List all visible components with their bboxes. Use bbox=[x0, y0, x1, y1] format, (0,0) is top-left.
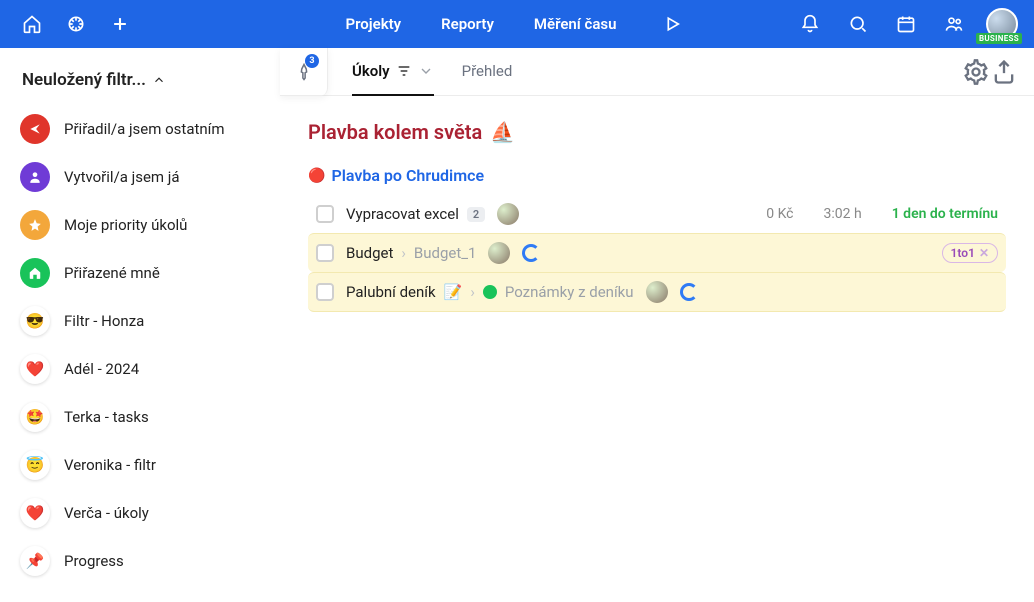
task-crumb: Budget_1 bbox=[414, 244, 477, 262]
task-checkbox[interactable] bbox=[316, 244, 334, 262]
sidebar-item-label: Moje priority úkolů bbox=[64, 216, 187, 234]
home-icon bbox=[20, 258, 50, 288]
chevron-down-icon bbox=[418, 63, 434, 79]
subtask-count: 2 bbox=[467, 207, 485, 222]
main: 3 Úkoly Přehled Plavba bbox=[280, 48, 1034, 602]
sidebar-item-label: Přiřazené mně bbox=[64, 264, 160, 282]
emoji-icon: 😇 bbox=[20, 450, 50, 480]
content: Plavba kolem světa ⛵ 🔴 Plavba po Chrudim… bbox=[280, 96, 1034, 602]
plan-badge: BUSINESS bbox=[976, 33, 1022, 44]
gear-icon[interactable] bbox=[962, 58, 990, 86]
project-title-text: Plavba kolem světa bbox=[308, 120, 482, 144]
filter-title-text: Neuložený filtr... bbox=[22, 70, 146, 90]
filter-lines-icon bbox=[396, 63, 412, 79]
task-name: Vypracovat excel2 bbox=[346, 205, 485, 223]
avatar[interactable]: BUSINESS bbox=[986, 8, 1018, 40]
nav-timetracking[interactable]: Měření času bbox=[534, 15, 617, 33]
emoji-icon: ❤️ bbox=[20, 354, 50, 384]
tab-tasks[interactable]: Úkoly bbox=[352, 48, 434, 96]
task-name: Palubní deník📝›Poznámky z deníku bbox=[346, 283, 634, 301]
task-due: 1 den do termínu bbox=[892, 206, 998, 222]
task-money: 0 Kč bbox=[766, 206, 793, 222]
assignee-avatar[interactable] bbox=[497, 203, 519, 225]
task-emoji-icon: 📝 bbox=[444, 283, 463, 301]
phase-name: Plavba po Chrudimce bbox=[331, 166, 484, 185]
tab-overview-label: Přehled bbox=[462, 62, 513, 80]
export-icon[interactable] bbox=[990, 58, 1018, 86]
sidebar-item-label: Přiřadil/a jsem ostatním bbox=[64, 120, 225, 138]
sidebar-item-label: Filtr - Honza bbox=[64, 312, 144, 330]
emoji-icon: ❤️ bbox=[20, 498, 50, 528]
task-row[interactable]: Vypracovat excel2 0 Kč 3:02 h 1 den do term… bbox=[308, 195, 1006, 233]
sidebar-item-label: Adél - 2024 bbox=[64, 360, 139, 378]
sidebar: Neuložený filtr... Přiřadil/a jsem ostat… bbox=[0, 48, 280, 602]
settings-wheel-icon[interactable] bbox=[60, 8, 92, 40]
sailboat-icon: ⛵ bbox=[490, 120, 515, 144]
search-icon[interactable] bbox=[842, 8, 874, 40]
task-checkbox[interactable] bbox=[316, 283, 334, 301]
topbar: Projekty Reporty Měření času BUSINESS bbox=[0, 0, 1034, 48]
loading-spinner-icon bbox=[522, 244, 540, 262]
bell-icon[interactable] bbox=[794, 8, 826, 40]
emoji-icon: 🤩 bbox=[20, 402, 50, 432]
sidebar-item[interactable]: Přiřazené mně bbox=[12, 252, 268, 294]
share-icon bbox=[20, 114, 50, 144]
chevron-right-icon: › bbox=[401, 244, 406, 262]
home-icon[interactable] bbox=[16, 8, 48, 40]
task-tag-pill[interactable]: 1to1✕ bbox=[942, 243, 998, 263]
assignee-avatar[interactable] bbox=[646, 281, 668, 303]
emoji-icon: 😎 bbox=[20, 306, 50, 336]
calendar-icon[interactable] bbox=[890, 8, 922, 40]
project-title[interactable]: Plavba kolem světa ⛵ bbox=[308, 120, 1006, 144]
tabsbar: 3 Úkoly Přehled bbox=[280, 48, 1034, 96]
sidebar-item-label: Vytvořil/a jsem já bbox=[64, 168, 180, 186]
chevron-up-icon bbox=[152, 73, 166, 87]
nav-reports[interactable]: Reporty bbox=[441, 15, 494, 33]
people-icon[interactable] bbox=[938, 8, 970, 40]
sidebar-item-label: Terka - tasks bbox=[64, 408, 149, 426]
tab-tasks-label: Úkoly bbox=[352, 62, 390, 80]
status-dot-icon bbox=[483, 285, 497, 299]
sidebar-item[interactable]: ❤️ Adél - 2024 bbox=[12, 348, 268, 390]
sidebar-item-label: Verča - úkoly bbox=[64, 504, 149, 522]
filter-title[interactable]: Neuložený filtr... bbox=[12, 64, 268, 108]
nav-projects[interactable]: Projekty bbox=[345, 15, 401, 33]
sidebar-item-label: Progress bbox=[64, 552, 124, 570]
phase-title[interactable]: 🔴 Plavba po Chrudimce bbox=[308, 166, 1006, 185]
task-checkbox[interactable] bbox=[316, 205, 334, 223]
task-name: Budget›Budget_1 bbox=[346, 244, 476, 262]
task-row[interactable]: Palubní deník📝›Poznámky z deníku bbox=[308, 272, 1006, 312]
nav-center: Projekty Reporty Měření času bbox=[345, 8, 688, 40]
sidebar-item[interactable]: 😇 Veronika - filtr bbox=[12, 444, 268, 486]
play-icon[interactable] bbox=[657, 8, 689, 40]
sidebar-item-label: Veronika - filtr bbox=[64, 456, 156, 474]
person-icon bbox=[20, 162, 50, 192]
tab-overview[interactable]: Přehled bbox=[462, 48, 513, 96]
chevron-right-icon: › bbox=[470, 283, 475, 301]
loading-spinner-icon bbox=[680, 283, 698, 301]
sidebar-item[interactable]: ❤️ Verča - úkoly bbox=[12, 492, 268, 534]
remove-tag-icon[interactable]: ✕ bbox=[979, 246, 989, 260]
add-icon[interactable] bbox=[104, 8, 136, 40]
pinned-button[interactable]: 3 bbox=[280, 48, 328, 96]
status-dot-icon: 🔴 bbox=[308, 168, 325, 184]
assignee-avatar[interactable] bbox=[488, 242, 510, 264]
sidebar-item[interactable]: 😎 Filtr - Honza bbox=[12, 300, 268, 342]
sidebar-item[interactable]: 📌 Progress bbox=[12, 540, 268, 582]
task-row[interactable]: Budget›Budget_11to1✕ bbox=[308, 233, 1006, 272]
sidebar-item[interactable]: Přiřadil/a jsem ostatním bbox=[12, 108, 268, 150]
pinned-count: 3 bbox=[305, 54, 319, 68]
sidebar-item[interactable]: 🤩 Terka - tasks bbox=[12, 396, 268, 438]
task-time: 3:02 h bbox=[824, 206, 862, 222]
sidebar-item[interactable]: Moje priority úkolů bbox=[12, 204, 268, 246]
task-crumb: Poznámky z deníku bbox=[505, 283, 634, 301]
sidebar-item[interactable]: Vytvořil/a jsem já bbox=[12, 156, 268, 198]
star-icon bbox=[20, 210, 50, 240]
emoji-icon: 📌 bbox=[20, 546, 50, 576]
